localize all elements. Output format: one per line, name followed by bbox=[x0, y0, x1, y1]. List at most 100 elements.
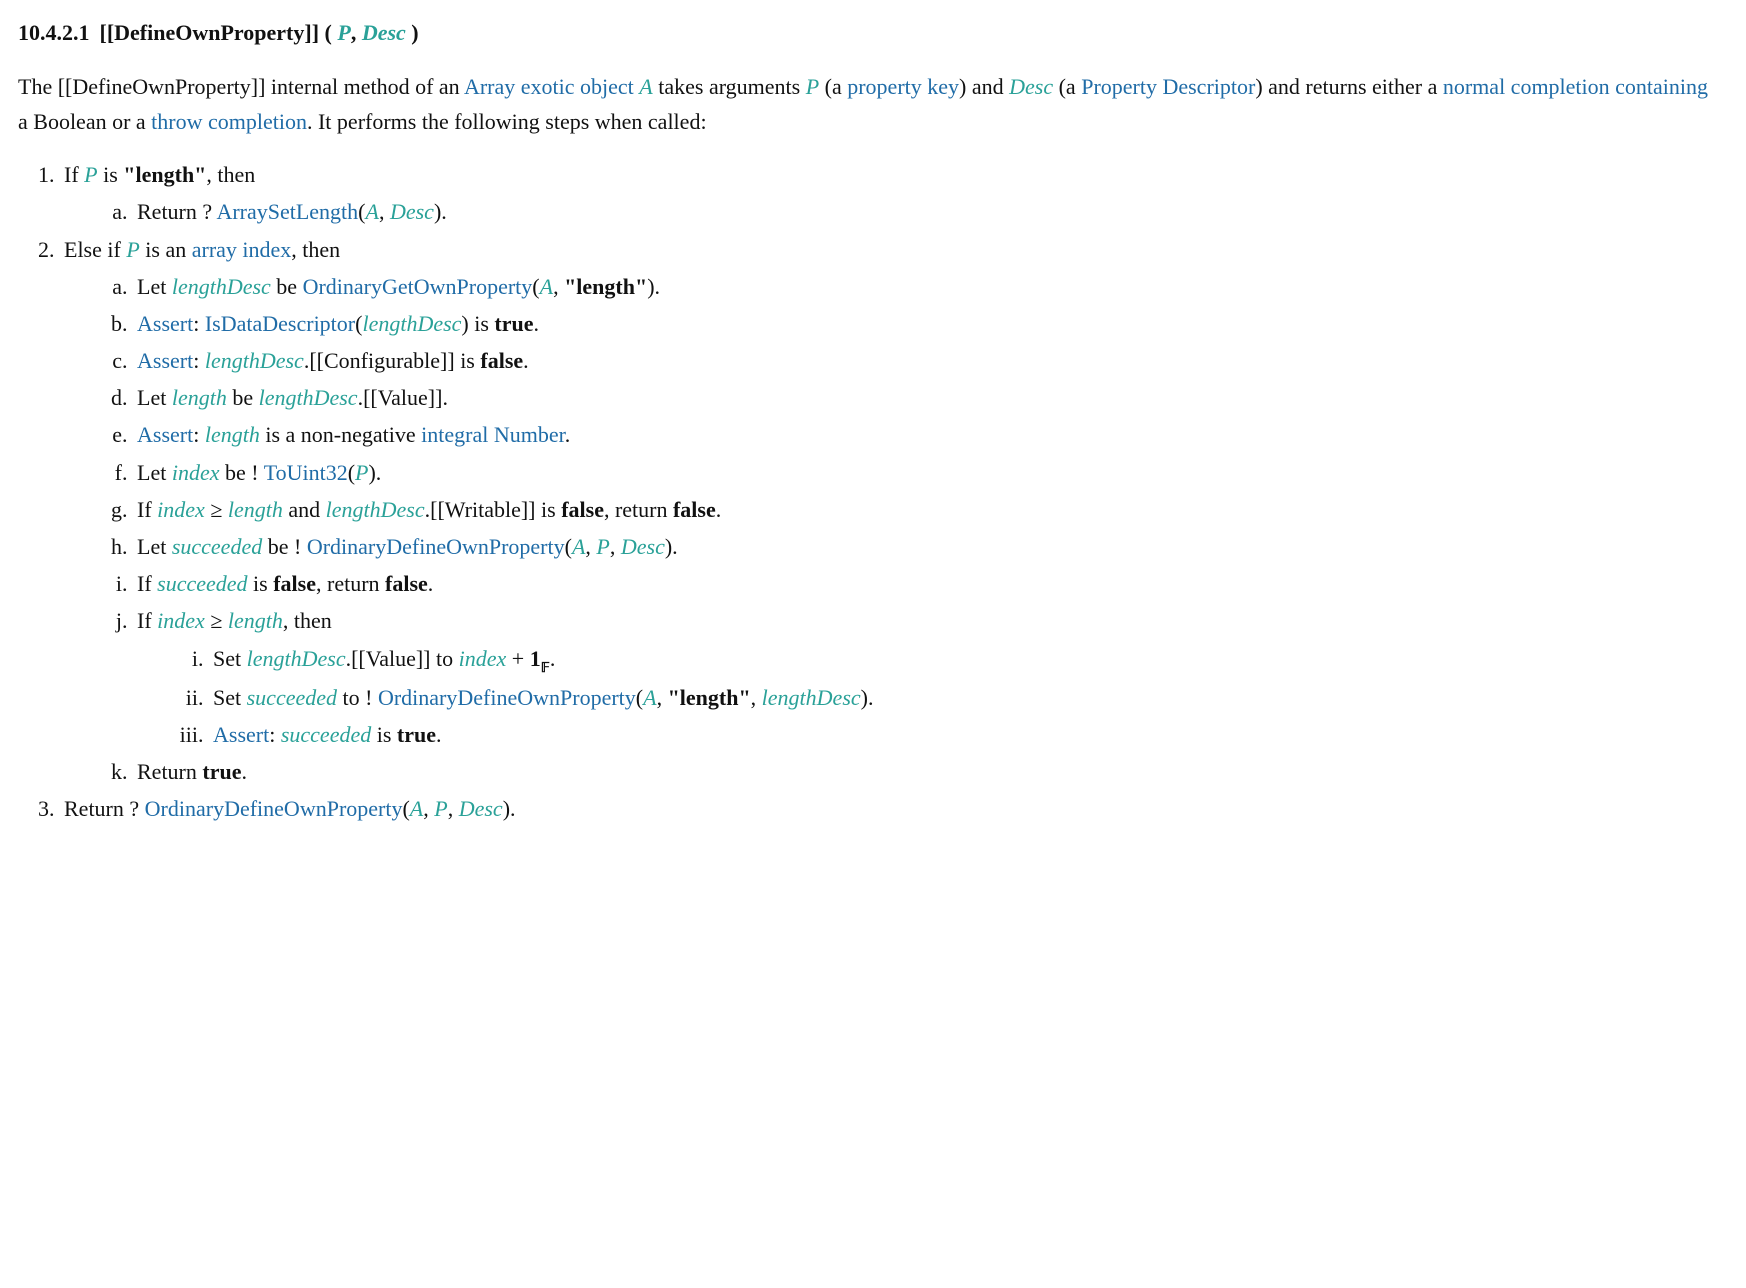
step-2j-iii-var-succ: succeeded bbox=[281, 722, 371, 747]
step-1a-t1: Return ? bbox=[137, 199, 216, 224]
step-2e-dot: . bbox=[565, 422, 571, 447]
intro-var-a: A bbox=[639, 74, 652, 99]
step-2d-var-ld: lengthDesc bbox=[259, 385, 358, 410]
step-2g-ge: ≥ bbox=[205, 497, 228, 522]
step-2j-var-len: length bbox=[228, 608, 283, 633]
step-2b-colon: : bbox=[193, 311, 205, 336]
step-2b-close: ) is bbox=[461, 311, 494, 336]
link-property-descriptor[interactable]: Property Descriptor bbox=[1081, 74, 1255, 99]
intro-t5: (a bbox=[1053, 74, 1081, 99]
step-3-t1: Return ? bbox=[64, 796, 145, 821]
step-3-open: ( bbox=[402, 796, 409, 821]
algorithm-steps: If P is "length", then Return ? ArraySet… bbox=[32, 157, 1716, 826]
step-1a-var-a: A bbox=[366, 199, 379, 224]
step-2j-ii: Set succeeded to ! OrdinaryDefineOwnProp… bbox=[209, 680, 1716, 715]
step-2e: Assert: length is a non-negative integra… bbox=[133, 417, 1716, 452]
step-2f-t2: be ! bbox=[219, 460, 263, 485]
step-2d-t2: be bbox=[227, 385, 259, 410]
step-2j-i-var-ld: lengthDesc bbox=[247, 646, 346, 671]
step-2g-var-ld: lengthDesc bbox=[326, 497, 425, 522]
step-2-t3: , then bbox=[291, 237, 340, 262]
step-2j-ii-t2: to ! bbox=[337, 685, 378, 710]
step-2j-ii-open: ( bbox=[636, 685, 643, 710]
step-3-var-p: P bbox=[434, 796, 447, 821]
step-2a-open: ( bbox=[532, 274, 539, 299]
step-2a-var-ld: lengthDesc bbox=[172, 274, 271, 299]
link-isdatadescriptor[interactable]: IsDataDescriptor bbox=[205, 311, 355, 336]
link-property-key[interactable]: property key bbox=[847, 74, 959, 99]
step-1-var-p: P bbox=[84, 162, 97, 187]
step-2j-ii-c1: , bbox=[657, 685, 668, 710]
step-2k-true: true bbox=[202, 759, 241, 784]
link-assert-2jiii[interactable]: Assert bbox=[213, 722, 269, 747]
step-1-t2: is bbox=[98, 162, 124, 187]
step-2b-dot: . bbox=[534, 311, 540, 336]
step-1-t1: If bbox=[64, 162, 84, 187]
step-2-var-p: P bbox=[126, 237, 139, 262]
intro-t3: (a bbox=[819, 74, 847, 99]
link-throw-completion[interactable]: throw completion bbox=[151, 109, 307, 134]
step-2a-t2: be bbox=[271, 274, 303, 299]
step-2h-var-succ: succeeded bbox=[172, 534, 262, 559]
step-2c: Assert: lengthDesc.[[Configurable]] is f… bbox=[133, 343, 1716, 378]
link-assert-2e[interactable]: Assert bbox=[137, 422, 193, 447]
link-array-index[interactable]: array index bbox=[192, 237, 292, 262]
step-2f-close: ). bbox=[368, 460, 381, 485]
step-2j-i-one: 1 bbox=[530, 646, 541, 671]
step-2j-i-t2: .[[Value]] to bbox=[346, 646, 459, 671]
step-3-var-a: A bbox=[410, 796, 423, 821]
link-arraysetlength[interactable]: ArraySetLength bbox=[216, 199, 358, 224]
link-array-exotic-object[interactable]: Array exotic object bbox=[464, 74, 634, 99]
step-2g-t2: and bbox=[283, 497, 326, 522]
link-assert-2b[interactable]: Assert bbox=[137, 311, 193, 336]
intro-t4: ) and bbox=[959, 74, 1009, 99]
step-2d: Let length be lengthDesc.[[Value]]. bbox=[133, 380, 1716, 415]
heading-title-prefix: [[DefineOwnProperty]] ( bbox=[100, 20, 338, 45]
step-2j-i-sub-f: 𝔽 bbox=[541, 660, 550, 675]
step-2j-t2: , then bbox=[283, 608, 332, 633]
step-2g-t1: If bbox=[137, 497, 157, 522]
step-2b-var-ld: lengthDesc bbox=[362, 311, 461, 336]
step-2a-close: ). bbox=[647, 274, 660, 299]
step-2f-t1: Let bbox=[137, 460, 172, 485]
step-2k-t1: Return bbox=[137, 759, 202, 784]
link-normal-completion[interactable]: normal completion containing bbox=[1443, 74, 1708, 99]
step-2f-open: ( bbox=[348, 460, 355, 485]
step-2j-iii-colon: : bbox=[269, 722, 281, 747]
link-odop-3[interactable]: OrdinaryDefineOwnProperty bbox=[145, 796, 403, 821]
link-integral-number[interactable]: integral Number bbox=[421, 422, 565, 447]
step-3-c1: , bbox=[423, 796, 434, 821]
step-2j-iii-true: true bbox=[397, 722, 436, 747]
heading-param-desc: Desc bbox=[362, 20, 406, 45]
link-odop-2jii[interactable]: OrdinaryDefineOwnProperty bbox=[378, 685, 636, 710]
step-2h-var-p: P bbox=[596, 534, 609, 559]
step-2b-true: true bbox=[494, 311, 533, 336]
step-2f: Let index be ! ToUint32(P). bbox=[133, 455, 1716, 490]
step-2i-t2: is bbox=[248, 571, 274, 596]
intro-paragraph: The [[DefineOwnProperty]] internal metho… bbox=[18, 69, 1716, 139]
step-2b: Assert: IsDataDescriptor(lengthDesc) is … bbox=[133, 306, 1716, 341]
step-2d-t1: Let bbox=[137, 385, 172, 410]
link-ordinarygetownproperty[interactable]: OrdinaryGetOwnProperty bbox=[303, 274, 533, 299]
step-2c-dot: . bbox=[523, 348, 529, 373]
step-2h-c2: , bbox=[610, 534, 621, 559]
step-2j: If index ≥ length, then Set lengthDesc.[… bbox=[133, 603, 1716, 752]
step-3: Return ? OrdinaryDefineOwnProperty(A, P,… bbox=[60, 791, 1716, 826]
step-1-t3: , then bbox=[206, 162, 255, 187]
step-2j-i-var-idx: index bbox=[459, 646, 507, 671]
step-2j-i-t3: + bbox=[506, 646, 529, 671]
step-2i-false2: false bbox=[385, 571, 428, 596]
step-1-lit-length: "length" bbox=[123, 162, 206, 187]
step-3-close: ). bbox=[503, 796, 516, 821]
step-2k: Return true. bbox=[133, 754, 1716, 789]
intro-t7: a Boolean or a bbox=[18, 109, 151, 134]
link-odop-2h[interactable]: OrdinaryDefineOwnProperty bbox=[307, 534, 565, 559]
step-2g-false2: false bbox=[673, 497, 716, 522]
heading-param-p: P bbox=[337, 20, 350, 45]
link-touint32[interactable]: ToUint32 bbox=[264, 460, 348, 485]
link-assert-2c[interactable]: Assert bbox=[137, 348, 193, 373]
section-number: 10.4.2.1 bbox=[18, 20, 90, 45]
step-2j-ii-var-succ: succeeded bbox=[247, 685, 337, 710]
step-2g-var-len: length bbox=[228, 497, 283, 522]
step-2g-dot: . bbox=[716, 497, 722, 522]
